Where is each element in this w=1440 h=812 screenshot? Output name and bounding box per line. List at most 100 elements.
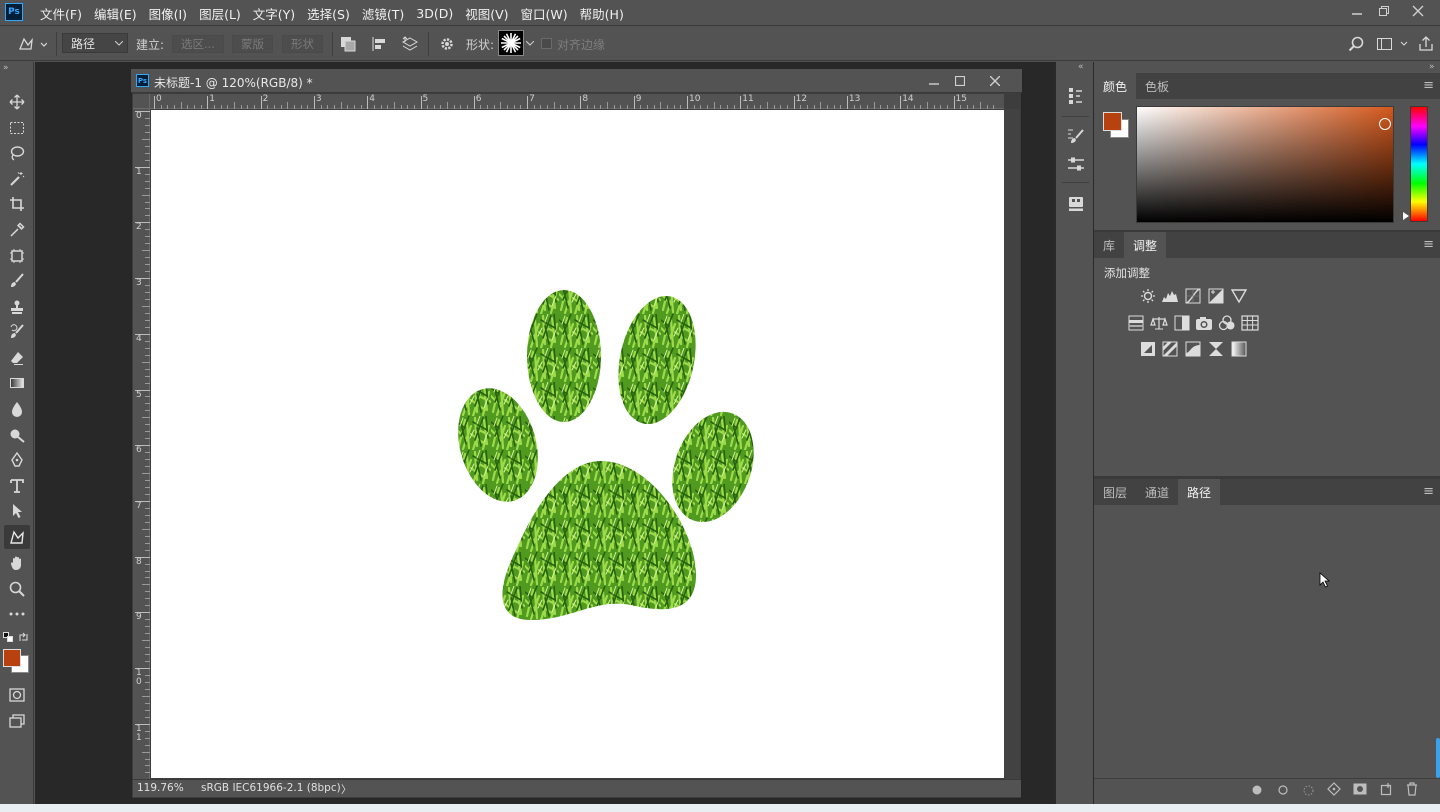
tab-color[interactable]: 颜色 [1094,73,1137,99]
menu-type[interactable]: 文字(Y) [247,4,301,23]
properties-panel-icon[interactable] [1064,152,1088,176]
tab-layers[interactable]: 图层 [1094,479,1136,505]
vibrance-icon[interactable] [1230,287,1248,305]
menu-layer[interactable]: 图层(L) [193,4,247,23]
make-selection-button[interactable]: 选区... [172,35,224,53]
add-mask-icon[interactable] [1352,781,1368,797]
shape-picker-swatch[interactable] [498,30,524,56]
shape-picker-chevron-icon[interactable] [525,38,535,48]
menu-window[interactable]: 窗口(W) [515,4,574,23]
panels-collapse-icon[interactable]: » [1429,62,1435,72]
menu-view[interactable]: 视图(V) [459,4,514,23]
brush-tool-icon[interactable] [4,269,30,293]
tool-preset-icon[interactable] [14,33,50,55]
color-field[interactable] [1136,106,1394,223]
color-picker-cursor[interactable] [1379,118,1391,130]
document-scrollbar[interactable] [1004,109,1020,779]
frame-tool-icon[interactable] [4,244,30,268]
mode-select[interactable]: 路径 [62,33,128,53]
tab-paths[interactable]: 路径 [1178,479,1221,505]
eyedropper-tool-icon[interactable] [4,218,30,242]
brush-settings-icon[interactable] [1064,124,1088,148]
move-tool-icon[interactable] [4,90,30,114]
dodge-tool-icon[interactable] [4,423,30,447]
adjustments-panel-menu-icon[interactable]: ≡ [1423,237,1434,252]
stamp-tool-icon[interactable] [4,295,30,319]
blur-tool-icon[interactable] [4,397,30,421]
black-white-icon[interactable] [1173,314,1191,332]
make-shape-button[interactable]: 形状 [282,35,323,53]
zoom-tool-icon[interactable] [4,577,30,601]
default-colors-icon[interactable] [3,632,13,642]
screen-mode-icon[interactable] [4,709,30,733]
status-menu-arrow[interactable]: 〉 [341,782,352,797]
menu-image[interactable]: 图像(I) [143,4,193,23]
tab-libraries[interactable]: 库 [1094,232,1124,258]
hue-saturation-icon[interactable] [1127,314,1145,332]
photo-filter-icon[interactable] [1195,314,1213,332]
restore-icon[interactable] [1373,2,1395,20]
color-lookup-icon[interactable] [1241,314,1259,332]
path-operations-icon[interactable] [338,34,358,54]
doc-minimize-icon[interactable] [925,72,943,90]
more-tools-icon[interactable] [4,602,30,626]
tab-channels[interactable]: 通道 [1136,479,1178,505]
workspace-switcher-icon[interactable] [1375,34,1409,54]
share-icon[interactable] [1416,34,1436,54]
threshold-icon[interactable] [1184,340,1202,358]
vertical-ruler[interactable]: 0 1 2 3 4 5 6 7 8 9 1 0 1 1 [133,109,150,779]
align-edges-checkbox[interactable] [541,38,552,49]
panel-foreground-swatch[interactable] [1103,112,1122,131]
make-work-path-icon[interactable] [1326,781,1342,797]
levels-icon[interactable] [1161,287,1179,305]
quick-mask-icon[interactable] [4,683,30,707]
color-panel-menu-icon[interactable]: ≡ [1423,78,1434,93]
fill-path-icon[interactable] [1250,782,1264,798]
load-as-selection-icon[interactable] [1301,782,1315,798]
color-balance-icon[interactable] [1150,314,1168,332]
hue-slider[interactable] [1410,106,1428,222]
pen-tool-icon[interactable] [4,448,30,472]
dock-collapse-icon[interactable]: « [1078,62,1084,72]
foreground-color-swatch[interactable] [3,649,21,667]
history-brush-tool-icon[interactable] [4,320,30,344]
ruler-origin[interactable] [133,94,150,109]
path-alignment-icon[interactable] [369,34,389,54]
hue-slider-handle[interactable] [1403,212,1409,220]
tab-adjustments[interactable]: 调整 [1124,232,1167,258]
selective-color-icon[interactable] [1207,340,1225,358]
new-path-icon[interactable] [1378,781,1394,797]
swap-colors-icon[interactable] [18,632,29,643]
path-arrangement-icon[interactable] [400,34,420,54]
menu-help[interactable]: 帮助(H) [574,4,630,23]
stroke-path-icon[interactable] [1276,782,1290,798]
document-canvas[interactable] [151,110,1004,778]
paths-panel-menu-icon[interactable]: ≡ [1423,484,1434,499]
exposure-icon[interactable] [1207,287,1225,305]
doc-close-icon[interactable] [986,72,1004,90]
invert-icon[interactable] [1139,340,1157,358]
lasso-tool-icon[interactable] [4,141,30,165]
doc-maximize-icon[interactable] [951,72,969,90]
type-tool-icon[interactable] [4,474,30,498]
toolbar-collapse-icon[interactable]: » [3,63,9,73]
tab-swatches[interactable]: 色板 [1136,73,1178,99]
hand-tool-icon[interactable] [4,551,30,575]
search-icon[interactable] [1346,34,1366,54]
history-panel-icon[interactable] [1064,84,1088,108]
menu-edit[interactable]: 编辑(E) [88,4,143,23]
glyphs-panel-icon[interactable] [1064,192,1088,216]
gradient-tool-icon[interactable] [4,371,30,395]
path-selection-tool-icon[interactable] [4,499,30,523]
posterize-icon[interactable] [1161,340,1179,358]
eraser-tool-icon[interactable] [4,346,30,370]
crop-tool-icon[interactable] [4,192,30,216]
channel-mixer-icon[interactable] [1218,314,1236,332]
document-titlebar[interactable]: Ps 未标题-1 @ 120%(RGB/8) * [131,69,1022,93]
custom-shape-tool-icon[interactable] [4,525,30,549]
curves-icon[interactable] [1184,287,1202,305]
brightness-icon[interactable] [1139,287,1157,305]
minimize-icon[interactable] [1346,2,1368,20]
zoom-level[interactable]: 119.76% [137,782,184,794]
menu-3d[interactable]: 3D(D) [410,6,459,21]
